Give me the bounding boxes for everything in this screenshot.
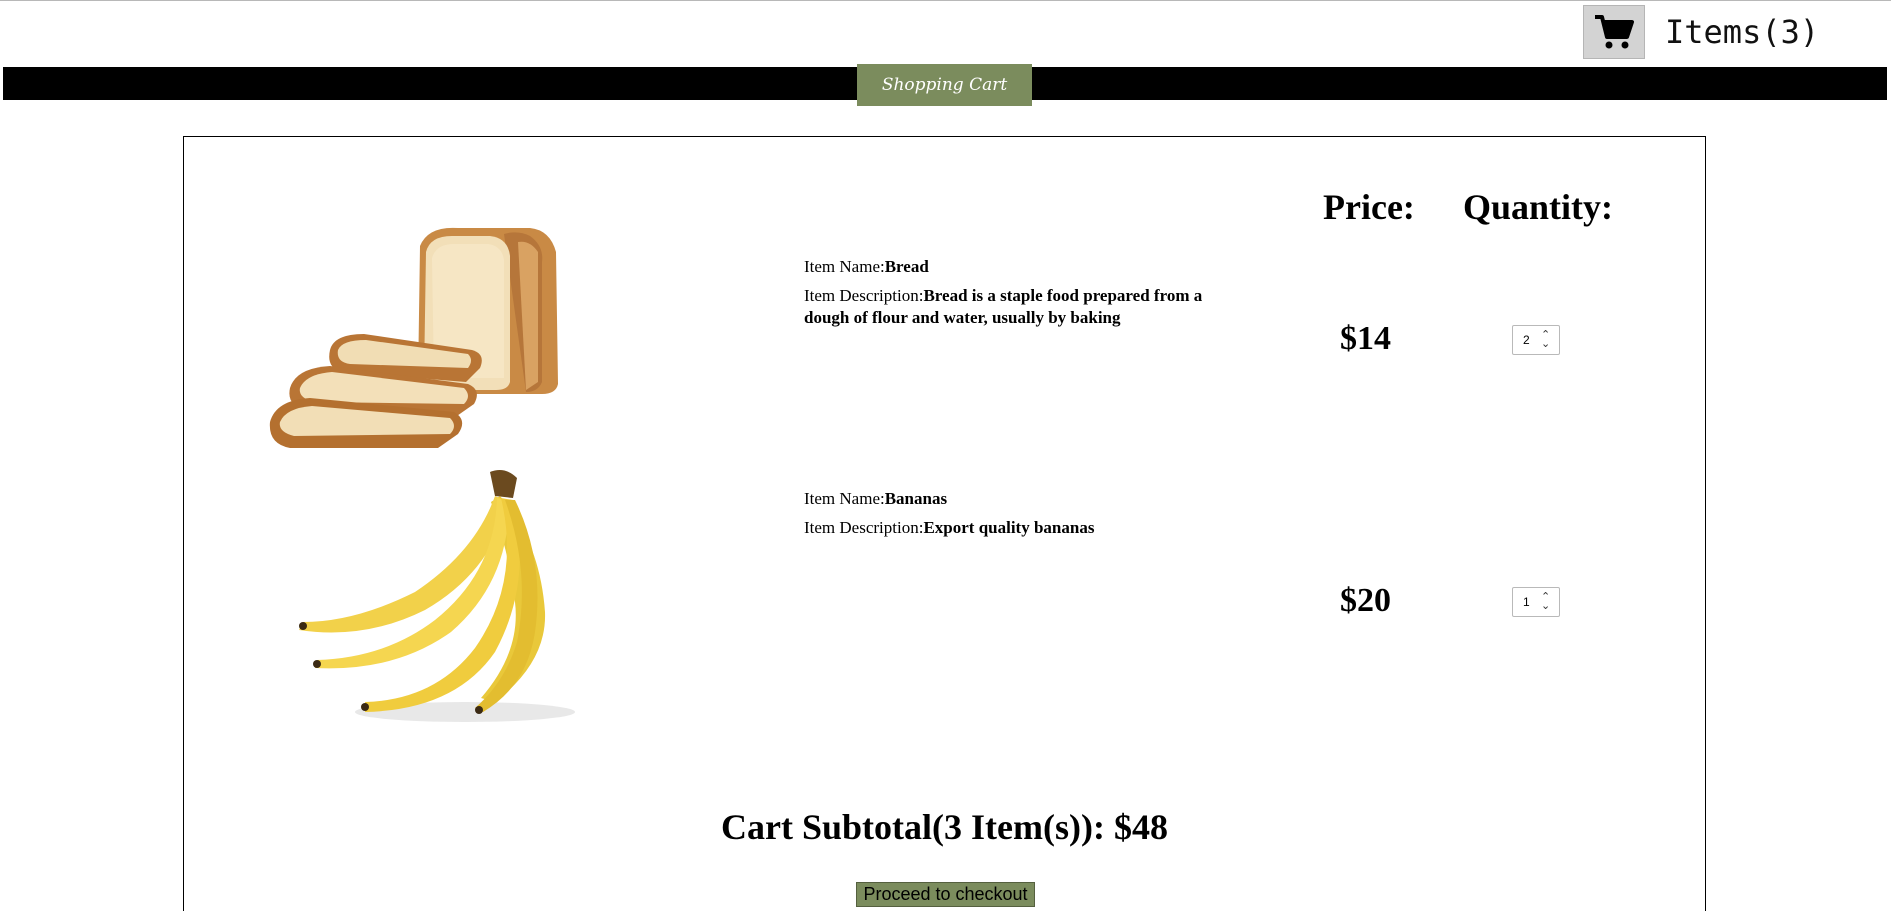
shopping-cart-icon: [1595, 15, 1634, 49]
item-description-row: Item Description:Export quality bananas: [804, 517, 1224, 539]
bread-image: [269, 227, 558, 448]
item-description-label: Item Description:: [804, 286, 924, 305]
quantity-column-header: Quantity:: [1463, 187, 1614, 227]
cart-subtotal: Cart Subtotal(3 Item(s)): $48: [721, 807, 1168, 847]
quantity-value[interactable]: 1: [1523, 595, 1541, 609]
cart-widget: Items(3): [1583, 5, 1819, 59]
quantity-value[interactable]: 2: [1523, 333, 1541, 347]
stepper-arrows-icon[interactable]: ⌃ ⌄: [1541, 592, 1550, 612]
cart-button[interactable]: [1583, 5, 1645, 59]
top-border: [0, 0, 1891, 1]
quantity-stepper[interactable]: 2 ⌃ ⌄: [1512, 325, 1560, 355]
cart-item-bread-info: Item Name:Bread Item Description:Bread i…: [804, 256, 1224, 336]
item-price: $14: [1340, 320, 1391, 357]
item-name-label: Item Name:: [804, 489, 885, 508]
item-name-value: Bananas: [884, 489, 948, 508]
proceed-to-checkout-button[interactable]: Proceed to checkout: [856, 882, 1035, 907]
cart-item-bananas-info: Item Name:Bananas Item Description:Expor…: [804, 488, 1224, 546]
price-column-header: Price:: [1323, 187, 1415, 227]
cart-items-count[interactable]: Items(3): [1665, 13, 1819, 51]
item-name-row: Item Name:Bread: [804, 256, 1224, 278]
quantity-stepper[interactable]: 1 ⌃ ⌄: [1512, 587, 1560, 617]
item-name-row: Item Name:Bananas: [804, 488, 1224, 510]
item-description-label: Item Description:: [804, 518, 924, 537]
item-description-row: Item Description:Bread is a staple food …: [804, 285, 1224, 329]
page-title: Shopping Cart: [857, 64, 1032, 106]
bananas-image: [299, 470, 575, 722]
stepper-arrows-icon[interactable]: ⌃ ⌄: [1541, 330, 1550, 350]
item-description-value: Export quality bananas: [923, 518, 1095, 537]
item-name-label: Item Name:: [804, 257, 885, 276]
item-name-value: Bread: [884, 257, 929, 276]
item-price: $20: [1340, 582, 1391, 619]
